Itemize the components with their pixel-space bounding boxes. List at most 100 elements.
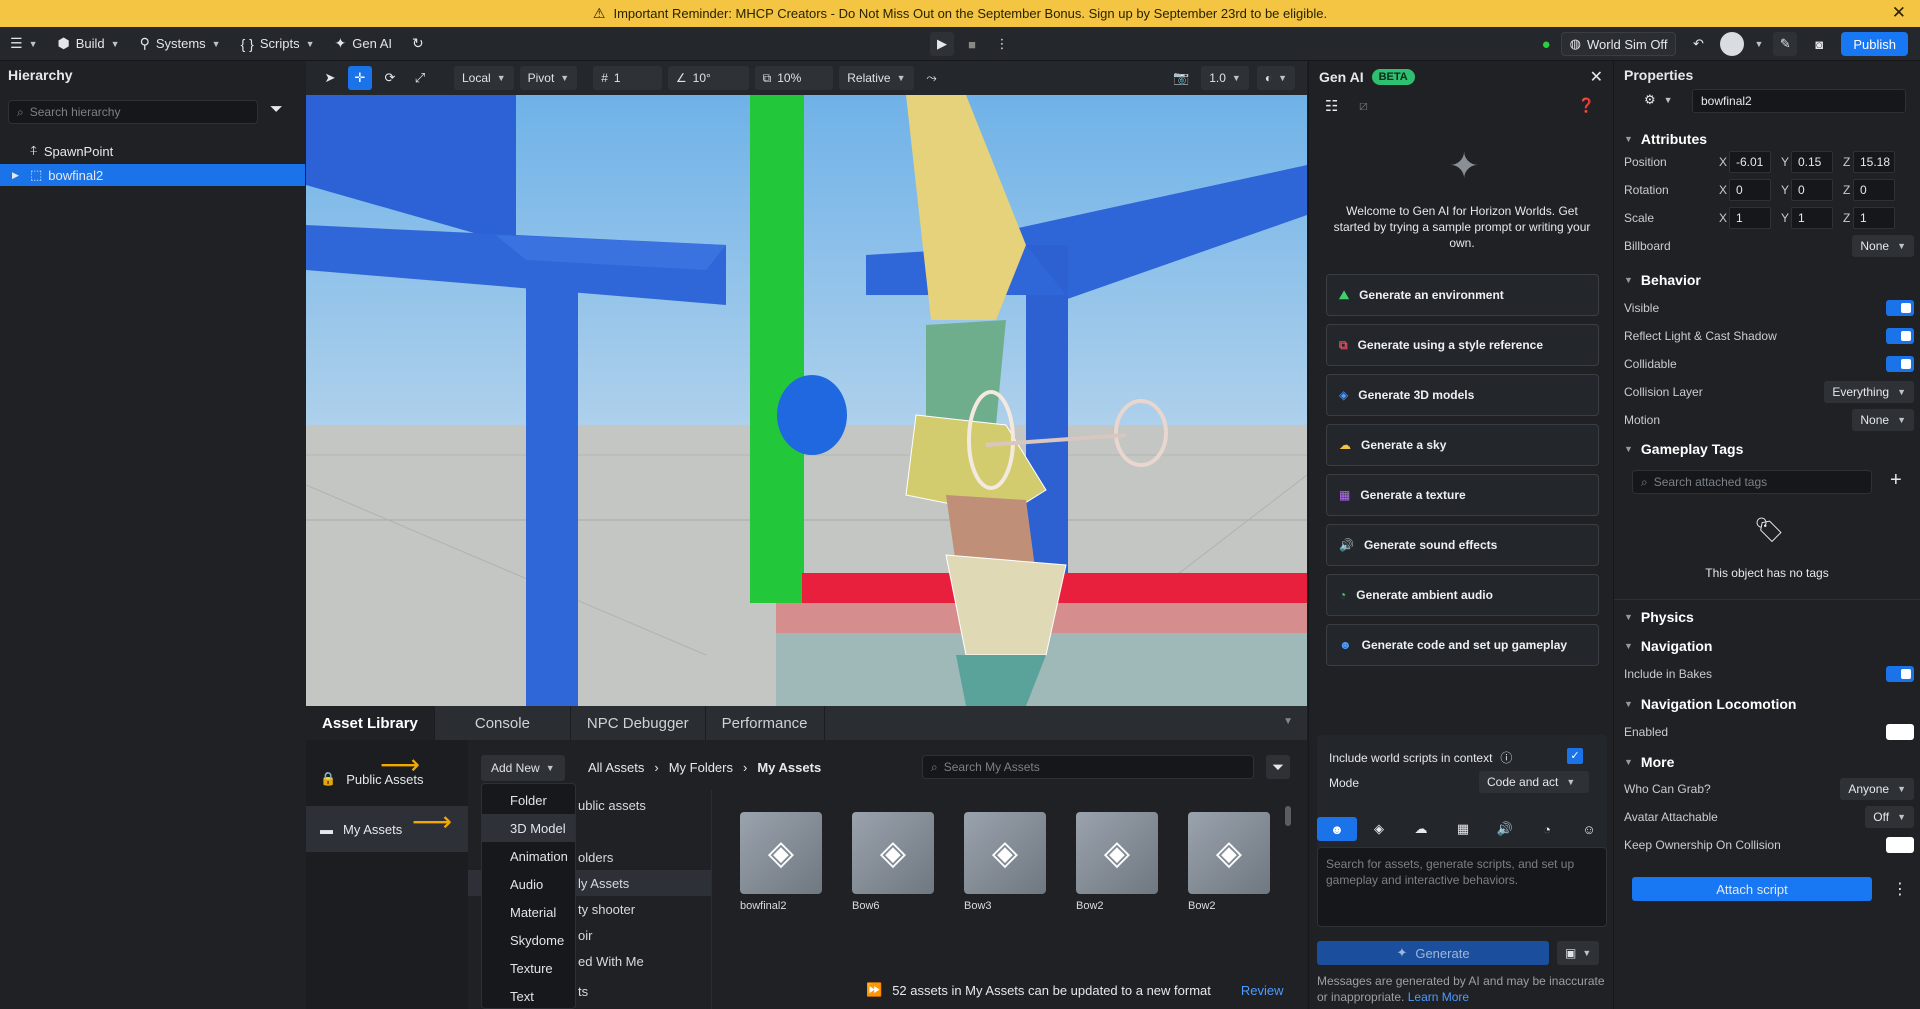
pivot-select[interactable]: Pivot ▼ [519, 66, 578, 90]
vr-button[interactable]: ◙ [1807, 32, 1831, 56]
add-tag-icon[interactable]: + [1890, 469, 1902, 492]
attach-image-button[interactable]: ▣ ▼ [1557, 941, 1600, 965]
grid-snap-value[interactable]: 1 [614, 71, 654, 85]
generate-style-reference-button[interactable]: ⧉ Generate using a style reference [1326, 324, 1599, 366]
breadcrumb-all-assets[interactable]: All Assets [588, 760, 644, 775]
expand-arrow-icon[interactable]: ▶ [12, 170, 24, 181]
chevron-down-icon[interactable]: ▼ [1754, 39, 1763, 49]
scale-snap-value[interactable]: 10% [777, 71, 825, 85]
tab-npc-debugger[interactable]: NPC Debugger [571, 706, 706, 740]
scale-x-field[interactable]: 1 [1729, 207, 1771, 229]
motion-select[interactable]: None ▼ [1852, 409, 1914, 431]
scale-y-field[interactable]: 1 [1791, 207, 1833, 229]
avatar-attachable-select[interactable]: Off ▼ [1865, 806, 1914, 828]
help-icon[interactable]: ❓ [1578, 97, 1595, 114]
mode-select[interactable]: Code and act ▼ [1479, 771, 1589, 793]
asset-scrollbar[interactable] [1285, 806, 1291, 826]
collision-layer-select[interactable]: Everything ▼ [1824, 381, 1914, 403]
position-y-field[interactable]: 0.15 [1791, 151, 1833, 173]
snap-surface-button[interactable]: ⤳ [920, 66, 944, 90]
hierarchy-search[interactable]: ⌕ Search hierarchy [8, 100, 258, 124]
asset-card[interactable]: ◈ Bow2 [1076, 812, 1158, 912]
generate-ambient-audio-button[interactable]: ◔ Generate ambient audio [1326, 574, 1599, 616]
asset-card[interactable]: ◈ Bow3 [964, 812, 1046, 912]
navigation-section[interactable]: ▼ Navigation [1624, 638, 1713, 654]
asset-card[interactable]: ◈ Bow6 [852, 812, 934, 912]
generate-sky-button[interactable]: ☁ Generate a sky [1326, 424, 1599, 466]
texture-mode-tab[interactable]: ▦ [1443, 817, 1483, 841]
behavior-section[interactable]: ▼ Behavior [1624, 272, 1701, 288]
learn-more-link[interactable]: Learn More [1408, 990, 1469, 1004]
refresh-button[interactable]: ↻ [402, 27, 434, 60]
menu-item-audio[interactable]: Audio [482, 870, 575, 898]
camera-speed-select[interactable]: 1.0 ▼ [1201, 66, 1249, 90]
review-link[interactable]: Review [1241, 983, 1284, 998]
rotation-y-field[interactable]: 0 [1791, 179, 1833, 201]
menu-item-skydome[interactable]: Skydome [482, 926, 575, 954]
undo-button[interactable]: ↶ [1686, 32, 1710, 56]
asset-card[interactable]: ◈ bowfinal2 [740, 812, 822, 912]
asset-filter-button[interactable]: ⏷ [1266, 755, 1290, 779]
more-options-button[interactable]: ⋮ [990, 32, 1014, 56]
more-vertical-icon[interactable]: ⋮ [1892, 879, 1908, 899]
select-tool[interactable]: ➤ [318, 66, 342, 90]
asset-card[interactable]: ◈ Bow2 [1188, 812, 1270, 912]
tags-search-input[interactable]: Search attached tags [1654, 475, 1767, 489]
gameplay-tags-section[interactable]: ▼ Gameplay Tags [1624, 441, 1743, 457]
avatar[interactable] [1720, 32, 1745, 56]
more-section[interactable]: ▼ More [1624, 754, 1674, 770]
generate-sound-effects-button[interactable]: 🔊 Generate sound effects [1326, 524, 1599, 566]
object-name-field[interactable]: bowfinal2 [1692, 89, 1906, 113]
tree-item-spawnpoint[interactable]: ⍏ SpawnPoint [0, 140, 305, 162]
nav-locomotion-section[interactable]: ▼ Navigation Locomotion [1624, 696, 1796, 712]
main-menu-button[interactable]: ☰ ▼ [0, 27, 47, 60]
scale-snap[interactable]: ⧉ 10% [754, 66, 834, 90]
physics-section[interactable]: ▼ Physics [1624, 609, 1694, 625]
include-scripts-checkbox[interactable]: ✓ [1567, 748, 1583, 764]
collapse-panel-icon[interactable]: ▼ [1283, 716, 1293, 727]
tab-performance[interactable]: Performance [706, 706, 825, 740]
camera-button[interactable]: 📷 [1169, 66, 1193, 90]
close-icon[interactable]: ✕ [1590, 67, 1603, 87]
scale-z-field[interactable]: 1 [1853, 207, 1895, 229]
who-can-grab-select[interactable]: Anyone ▼ [1840, 778, 1914, 800]
tab-console[interactable]: Console [435, 706, 571, 740]
enabled-toggle[interactable] [1886, 724, 1914, 740]
generate-texture-button[interactable]: ▦ Generate a texture [1326, 474, 1599, 516]
prompt-input[interactable]: Search for assets, generate scripts, and… [1317, 847, 1607, 927]
scale-tool[interactable]: ⤢ [408, 66, 432, 90]
systems-menu[interactable]: ⚲ Systems ▼ [130, 27, 231, 60]
relative-select[interactable]: Relative ▼ [839, 66, 914, 90]
hierarchy-search-input[interactable]: Search hierarchy [30, 105, 121, 119]
generate-environment-button[interactable]: ⛰ Generate an environment [1326, 274, 1599, 316]
tags-search[interactable]: ⌕ Search attached tags [1632, 470, 1872, 494]
menu-item-folder[interactable]: Folder [482, 786, 575, 814]
ambient-mode-tab[interactable]: ◔ [1527, 817, 1567, 841]
generate-button[interactable]: ✦ Generate [1317, 941, 1549, 965]
breadcrumb-my-folders[interactable]: My Folders [669, 760, 733, 775]
menu-item-animation[interactable]: Animation [482, 842, 575, 870]
angle-snap[interactable]: ∠ 10° [667, 66, 749, 90]
position-x-field[interactable]: -6.01 [1729, 151, 1771, 173]
rotation-x-field[interactable]: 0 [1729, 179, 1771, 201]
play-button[interactable]: ▶ [930, 32, 954, 56]
rotation-z-field[interactable]: 0 [1853, 179, 1895, 201]
build-menu[interactable]: ⬢ Build ▼ [47, 27, 129, 60]
rotate-tool[interactable]: ⟳ [378, 66, 402, 90]
generate-code-button[interactable]: ☻ Generate code and set up gameplay [1326, 624, 1599, 666]
tab-asset-library[interactable]: Asset Library [306, 706, 435, 740]
scene-viewport[interactable] [306, 95, 1307, 706]
attributes-section[interactable]: ▼ Attributes [1624, 131, 1707, 147]
menu-item-texture[interactable]: Texture [482, 954, 575, 982]
menu-item-3d-model[interactable]: 3D Model [482, 814, 575, 842]
menu-item-material[interactable]: Material [482, 898, 575, 926]
close-banner-icon[interactable]: ✕ [1892, 3, 1906, 23]
move-tool[interactable]: ✛ [348, 66, 372, 90]
generate-3d-models-button[interactable]: ◈ Generate 3D models [1326, 374, 1599, 416]
object-type-select[interactable]: ⚙ ▼ [1644, 92, 1673, 108]
asset-search-input[interactable]: Search My Assets [944, 760, 1040, 774]
space-select[interactable]: Local ▼ [454, 66, 514, 90]
billboard-select[interactable]: None ▼ [1852, 235, 1914, 257]
npc-mode-tab[interactable]: ☺ [1569, 817, 1609, 841]
grid-snap[interactable]: #1 [593, 66, 662, 90]
